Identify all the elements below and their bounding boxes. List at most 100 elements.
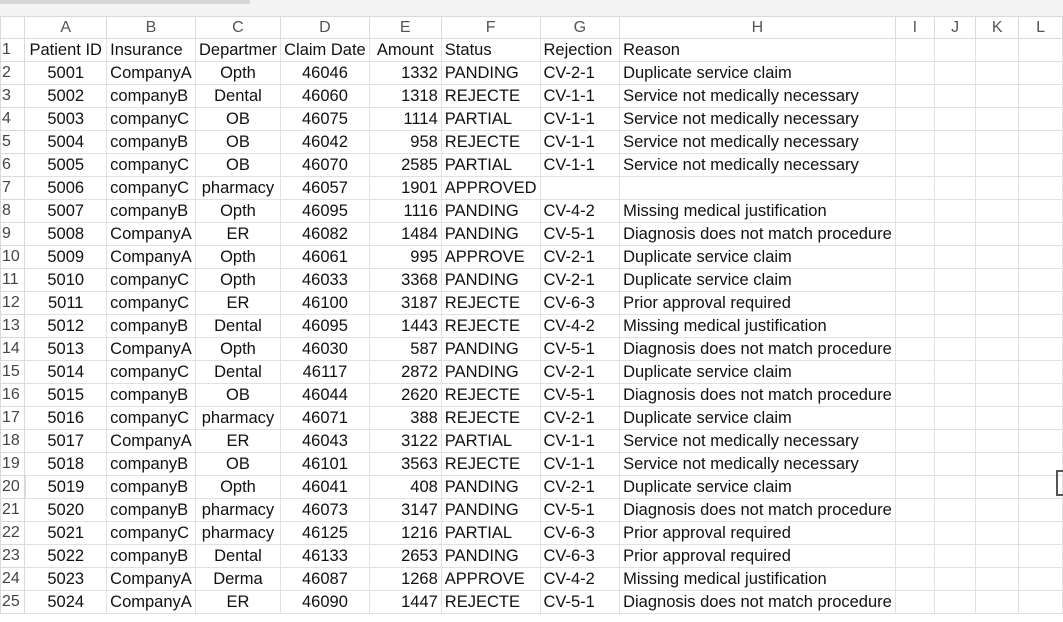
cell-amt[interactable]: 3122 xyxy=(368,429,442,453)
cell-empty[interactable] xyxy=(975,544,1020,568)
row-header[interactable]: 21 xyxy=(0,498,26,522)
cell-code[interactable]: CV-5-1 xyxy=(539,222,621,246)
cell-amt[interactable]: 1447 xyxy=(368,590,442,614)
cell-id[interactable]: 5022 xyxy=(24,544,108,568)
cell-amt[interactable]: 2872 xyxy=(368,360,442,384)
cell-empty[interactable] xyxy=(933,406,977,430)
cell-empty[interactable] xyxy=(1018,199,1063,223)
header-cell[interactable] xyxy=(975,38,1020,62)
cell-empty[interactable] xyxy=(975,130,1020,154)
cell-empty[interactable] xyxy=(894,521,935,545)
cell-ins[interactable]: companyC xyxy=(106,521,196,545)
cell-id[interactable]: 5011 xyxy=(24,291,108,315)
cell-date[interactable]: 46100 xyxy=(280,291,370,315)
cell-ins[interactable]: CompanyA xyxy=(106,245,196,269)
cell-status[interactable]: REJECTE xyxy=(440,314,541,338)
header-cell[interactable]: Insurance xyxy=(106,38,196,62)
cell-id[interactable]: 5023 xyxy=(24,567,108,591)
cell-amt[interactable]: 2653 xyxy=(368,544,442,568)
cell-ins[interactable]: companyB xyxy=(106,544,196,568)
cell-empty[interactable] xyxy=(933,291,977,315)
cell-date[interactable]: 46073 xyxy=(280,498,370,522)
cell-empty[interactable] xyxy=(975,61,1020,85)
cell-empty[interactable] xyxy=(975,153,1020,177)
column-header-g[interactable]: G xyxy=(539,16,621,39)
cell-status[interactable]: REJECTE xyxy=(440,130,541,154)
cell-status[interactable]: REJECTE xyxy=(440,291,541,315)
header-cell[interactable]: Reason xyxy=(619,38,896,62)
header-cell[interactable]: Amount xyxy=(368,38,442,62)
row-header[interactable]: 16 xyxy=(0,383,26,407)
cell-dept[interactable]: ER xyxy=(194,429,282,453)
cell-amt[interactable]: 995 xyxy=(368,245,442,269)
cell-date[interactable]: 46095 xyxy=(280,314,370,338)
cell-reason[interactable]: Diagnosis does not match procedure xyxy=(619,498,896,522)
cell-amt[interactable]: 1443 xyxy=(368,314,442,338)
cell-date[interactable]: 46101 xyxy=(280,452,370,476)
cell-ins[interactable]: companyB xyxy=(106,199,196,223)
cell-status[interactable]: APPROVE xyxy=(440,245,541,269)
cell-id[interactable]: 5007 xyxy=(24,199,108,223)
row-header[interactable]: 4 xyxy=(0,107,26,131)
cell-empty[interactable] xyxy=(1018,590,1063,614)
cell-empty[interactable] xyxy=(894,199,935,223)
cell-dept[interactable]: OB xyxy=(194,107,282,131)
cell-dept[interactable]: pharmacy xyxy=(194,498,282,522)
cell-status[interactable]: PANDING xyxy=(440,337,541,361)
cell-ins[interactable]: companyB xyxy=(106,475,196,499)
cell-empty[interactable] xyxy=(975,452,1020,476)
cell-code[interactable]: CV-1-1 xyxy=(539,452,621,476)
cell-reason[interactable]: Duplicate service claim xyxy=(619,406,896,430)
cell-ins[interactable]: CompanyA xyxy=(106,337,196,361)
cell-empty[interactable] xyxy=(975,567,1020,591)
cell-empty[interactable] xyxy=(933,107,977,131)
select-all-corner[interactable] xyxy=(0,16,26,39)
cell-empty[interactable] xyxy=(894,337,935,361)
cell-code[interactable]: CV-1-1 xyxy=(539,153,621,177)
cell-reason[interactable]: Diagnosis does not match procedure xyxy=(619,222,896,246)
cell-reason[interactable]: Duplicate service claim xyxy=(619,245,896,269)
cell-empty[interactable] xyxy=(975,107,1020,131)
cell-ins[interactable]: companyC xyxy=(106,268,196,292)
cell-status[interactable]: PARTIAL xyxy=(440,107,541,131)
cell-code[interactable]: CV-2-1 xyxy=(539,61,621,85)
cell-id[interactable]: 5015 xyxy=(24,383,108,407)
cell-id[interactable]: 5014 xyxy=(24,360,108,384)
header-cell[interactable]: Departmer xyxy=(194,38,282,62)
cell-code[interactable]: CV-2-1 xyxy=(539,360,621,384)
cell-status[interactable]: PANDING xyxy=(440,61,541,85)
cell-amt[interactable]: 958 xyxy=(368,130,442,154)
cell-empty[interactable] xyxy=(975,429,1020,453)
column-header-l[interactable]: L xyxy=(1018,16,1063,39)
cell-empty[interactable] xyxy=(894,590,935,614)
cell-empty[interactable] xyxy=(933,429,977,453)
cell-ins[interactable]: companyB xyxy=(106,383,196,407)
cell-empty[interactable] xyxy=(1018,245,1063,269)
cell-id[interactable]: 5021 xyxy=(24,521,108,545)
cell-empty[interactable] xyxy=(1018,84,1063,108)
cell-empty[interactable] xyxy=(975,314,1020,338)
cell-code[interactable]: CV-4-2 xyxy=(539,199,621,223)
cell-id[interactable]: 5003 xyxy=(24,107,108,131)
row-header[interactable]: 8 xyxy=(0,199,26,223)
cell-amt[interactable]: 3368 xyxy=(368,268,442,292)
row-header[interactable]: 9 xyxy=(0,222,26,246)
cell-empty[interactable] xyxy=(975,475,1020,499)
cell-status[interactable]: REJECTE xyxy=(440,452,541,476)
cell-dept[interactable]: Dental xyxy=(194,360,282,384)
cell-empty[interactable] xyxy=(894,475,935,499)
cell-ins[interactable]: CompanyA xyxy=(106,429,196,453)
cell-amt[interactable]: 587 xyxy=(368,337,442,361)
row-header[interactable]: 11 xyxy=(0,268,26,292)
row-header[interactable]: 13 xyxy=(0,314,26,338)
cell-reason[interactable]: Diagnosis does not match procedure xyxy=(619,590,896,614)
cell-reason[interactable]: Duplicate service claim xyxy=(619,475,896,499)
cell-date[interactable]: 46095 xyxy=(280,199,370,223)
cell-amt[interactable]: 3563 xyxy=(368,452,442,476)
column-header-e[interactable]: E xyxy=(368,16,442,39)
cell-dept[interactable]: Opth xyxy=(194,61,282,85)
cell-ins[interactable]: companyC xyxy=(106,291,196,315)
row-header[interactable]: 23 xyxy=(0,544,26,568)
cell-status[interactable]: PANDING xyxy=(440,199,541,223)
row-header[interactable]: 20 xyxy=(0,475,26,499)
